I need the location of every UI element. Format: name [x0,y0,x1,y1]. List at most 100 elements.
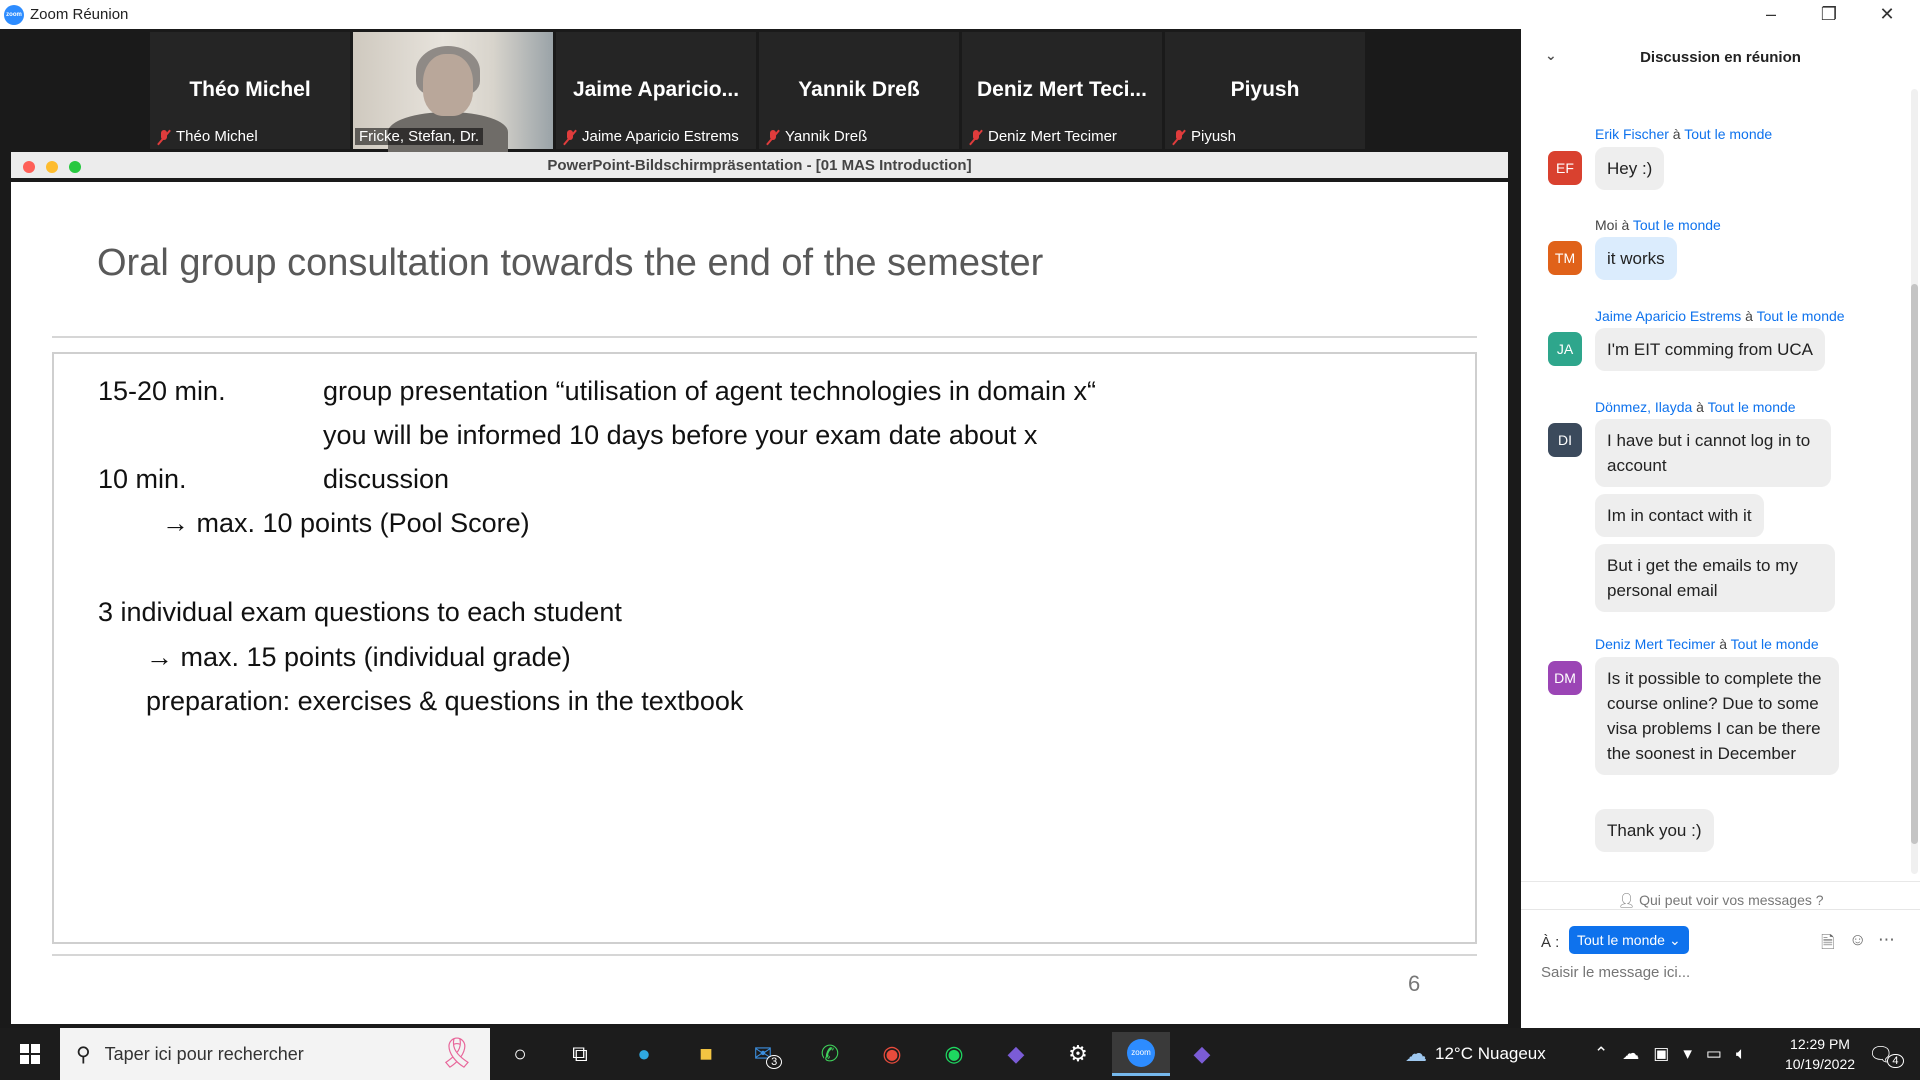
participant-name: Piyush [1230,78,1300,101]
settings-icon[interactable]: ⚙ [1058,1036,1098,1072]
slide-line: → max. 10 points (Pool Score) [162,508,530,538]
slide-line: group presentation “utilisation of agent… [323,376,1096,406]
mic-muted-icon [1171,129,1187,145]
maximize-dot-icon [69,161,81,173]
spotify-icon[interactable]: ◉ [934,1036,974,1072]
slide-line: you will be informed 10 days before your… [323,420,1038,450]
emoji-icon[interactable]: ☺ [1849,930,1866,950]
time: 12:29 PM [1790,1036,1850,1052]
presentation-titlebar: PowerPoint-Bildschirmpräsentation - [01 … [11,152,1508,182]
onedrive-icon[interactable]: ☁ [1622,1044,1639,1064]
obsidian-icon[interactable]: ◆ [1182,1036,1222,1072]
battery-icon[interactable]: ▭ [1706,1044,1722,1064]
zoom-logo-icon: zoom [4,4,24,25]
start-button[interactable] [0,1028,60,1080]
avatar: JA [1548,332,1582,366]
participant-label: Yannik Dreß [785,128,868,145]
zoom-taskbar-icon[interactable]: zoom [1112,1032,1170,1076]
message-bubble: Hey :) [1595,147,1665,190]
mail-icon[interactable]: ✉ 3 [748,1036,788,1072]
message-input[interactable] [1541,964,1901,981]
recipient-dropdown[interactable]: Tout le monde ⌄ [1569,926,1689,954]
participant-strip: Théo Michel Théo Michel Fricke, Stefan, … [150,32,1578,152]
more-options-icon[interactable]: ⋯ [1878,930,1895,950]
message-bubble: Is it possible to complete the course on… [1595,657,1839,775]
participant-name: Yannik Dreß [798,78,920,101]
message-sender: Erik Fischer à Tout le monde [1595,126,1773,142]
clock[interactable]: 12:29 PM 10/19/2022 [1770,1034,1870,1074]
taskbar: ⚲ Taper ici pour rechercher 🎗︎ ○ ⧉ ● ■ ✉… [0,1028,1920,1080]
message-bubble: Im in contact with it [1595,494,1764,537]
participant-tile[interactable]: Yannik Dreß Yannik Dreß [759,32,959,149]
task-view-icon[interactable]: ⧉ [560,1036,600,1072]
chat-panel: ⌄ Discussion en réunion Erik Fischer à T… [1521,29,1920,1028]
avatar: EF [1548,151,1582,185]
cortana-icon[interactable]: ○ [500,1036,540,1072]
taskbar-search[interactable]: ⚲ Taper ici pour rechercher 🎗︎ [60,1028,490,1080]
windows-icon [20,1044,40,1064]
participant-name: Deniz Mert Teci... [977,78,1147,101]
pink-ribbon-icon: 🎗︎ [437,1037,476,1070]
chat-title: Discussion en réunion [1640,48,1801,66]
whatsapp-icon[interactable]: ✆ [810,1036,850,1072]
chevron-down-icon[interactable]: ⌄ [1545,47,1557,64]
message-sender: Jaime Aparicio Estrems à Tout le monde [1595,308,1845,324]
slide-line: discussion [323,464,450,494]
participant-tile[interactable]: Deniz Mert Teci... Deniz Mert Tecimer [962,32,1162,149]
weather-text: 12°C Nuageux [1435,1044,1546,1063]
minimize-dot-icon [46,161,58,173]
obsidian-icon[interactable]: ◆ [996,1036,1036,1072]
compose-area: À : Tout le monde ⌄ 🗎︎ ☺ ⋯ [1521,909,1920,1028]
close-dot-icon [23,161,35,173]
date: 10/19/2022 [1784,1056,1856,1072]
participant-label: Deniz Mert Tecimer [988,128,1117,145]
restore-button[interactable]: ❐ [1800,0,1858,29]
system-tray: ⌃ ☁ ▣ ▾ ▭ 🔈︎ [1594,1028,1746,1080]
message-sender: Moi à Tout le monde [1595,217,1721,233]
file-explorer-icon[interactable]: ■ [686,1036,726,1072]
slide-line: → max. 15 points (individual grade) [146,642,571,672]
mic-muted-icon [765,129,781,145]
mic-muted-icon [968,129,984,145]
mic-muted-icon [156,129,172,145]
message-bubble: I'm EIT comming from UCA [1595,328,1826,371]
chrome-icon[interactable]: ◉ [872,1036,912,1072]
slide-line: 10 min. [98,464,187,494]
participant-tile[interactable]: Théo Michel Théo Michel [150,32,350,149]
cloud-icon: ☁ [1405,1041,1427,1066]
slide: Oral group consultation towards the end … [11,186,1508,1024]
file-icon[interactable]: 🗎︎ [1821,930,1835,959]
slide-content-box: 15-20 min. group presentation “utilisati… [52,352,1477,944]
minimize-button[interactable]: – [1742,0,1800,29]
close-button[interactable]: ✕ [1858,0,1916,29]
notification-center[interactable]: 🗨︎ 4 [1868,1028,1904,1080]
webcam-icon[interactable]: ▣ [1653,1044,1669,1064]
search-icon: ⚲ [76,1043,91,1066]
avatar: TM [1548,241,1582,275]
participant-label: Piyush [1191,128,1237,145]
slide-line: 3 individual exam questions to each stud… [98,597,622,627]
message-bubble: But i get the emails to my personal emai… [1595,544,1835,612]
message-bubble: it works [1595,237,1677,280]
chevron-up-icon[interactable]: ⌃ [1594,1044,1608,1064]
message-bubble: Thank you :) [1595,809,1714,852]
edge-icon[interactable]: ● [624,1036,664,1072]
message-bubble: I have but i cannot log in to account [1595,419,1831,487]
shared-screen: PowerPoint-Bildschirmpräsentation - [01 … [11,152,1508,1024]
weather-widget[interactable]: ☁ 12°C Nuageux [1405,1028,1546,1080]
speaker-icon[interactable]: 🔈︎ [1736,1044,1746,1064]
divider [52,336,1477,338]
microphone-icon[interactable]: ▾ [1683,1044,1692,1064]
who-can-see-messages[interactable]: 👤︎ Qui peut voir vos messages ? [1521,881,1920,909]
participant-name: Jaime Aparicio... [572,78,740,101]
title-bar: zoom Zoom Réunion – ❐ ✕ [0,0,1920,29]
participant-tile[interactable]: Piyush Piyush [1165,32,1365,149]
slide-title: Oral group consultation towards the end … [97,242,1044,284]
participant-tile-video[interactable]: Fricke, Stefan, Dr. [353,32,553,152]
participant-label: Théo Michel [176,128,258,145]
slide-line: 15-20 min. [98,376,226,406]
chevron-down-icon: ⌄ [1668,931,1681,948]
divider [52,954,1477,956]
participant-tile[interactable]: Jaime Aparicio... Jaime Aparicio Estrems [556,32,756,149]
to-label: À : [1541,934,1560,951]
